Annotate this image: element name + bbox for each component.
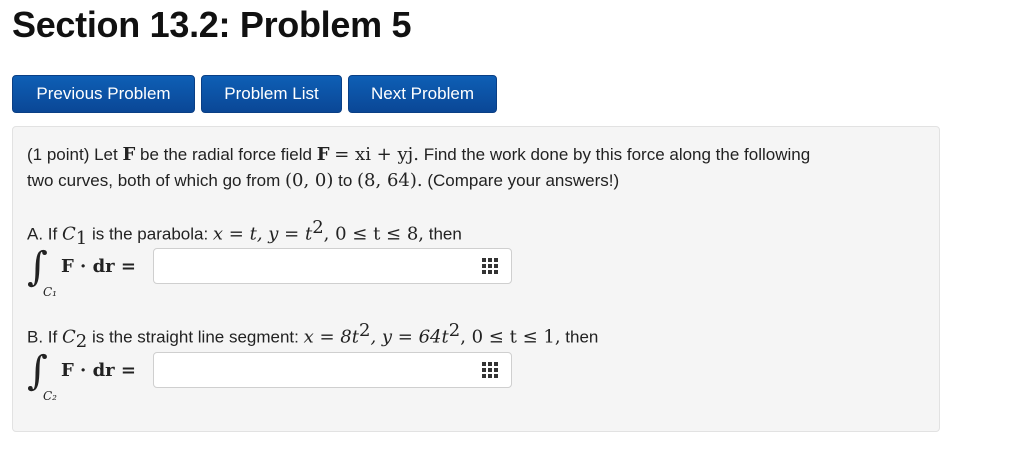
part-b-integral-sub: C₂ <box>43 389 57 403</box>
part-b-suffix: then <box>565 327 599 347</box>
part-a-statement: A. If C1 is the parabola: x = t, y = t2,… <box>27 217 462 249</box>
to-text: to <box>338 171 353 190</box>
part-b-integrand: F · dr = <box>61 360 136 381</box>
part-b-curve-sub: 2 <box>75 331 88 353</box>
part-a-integrand: F · dr = <box>61 256 136 277</box>
part-a-integral-sub: C₁ <box>43 285 57 299</box>
part-a-answer-input[interactable] <box>153 248 512 284</box>
part-b-param-x-sup: 2 <box>359 320 371 341</box>
page-title: Section 13.2: Problem 5 <box>12 4 412 45</box>
part-b-text: is the straight line segment: <box>91 327 299 347</box>
part-b-param-x: x = 8t <box>303 326 359 348</box>
problem-statement-line-1: (1 point) Let F be the radial force fiel… <box>27 144 810 165</box>
field-expression: = xi + yj. <box>334 144 419 165</box>
start-point: (0, 0) <box>284 170 334 191</box>
part-a-integrand-text: F · dr = <box>61 256 136 277</box>
equation-palette-icon[interactable] <box>482 258 499 274</box>
part-a-curve: C <box>61 223 76 245</box>
part-a-prefix: A. If <box>27 224 58 244</box>
curves-text: two curves, both of which go from <box>27 171 281 190</box>
part-b-range: , 0 ≤ t ≤ 1, <box>460 326 561 348</box>
intro-text-3: Find the work done by this force along t… <box>423 145 811 164</box>
part-a-range: , 0 ≤ t ≤ 8, <box>323 223 425 245</box>
problem-panel: (1 point) Let F be the radial force fiel… <box>12 126 940 432</box>
problem-list-button[interactable]: Problem List <box>201 75 342 113</box>
intro-text: (1 point) Let <box>27 145 118 164</box>
problem-statement-line-2: two curves, both of which go from (0, 0)… <box>27 170 619 191</box>
part-b-integrand-text: F · dr = <box>61 360 136 381</box>
field-symbol-2: F <box>316 144 330 165</box>
field-symbol: F <box>122 144 136 165</box>
problem-nav: Previous Problem Problem List Next Probl… <box>12 75 497 113</box>
next-problem-button[interactable]: Next Problem <box>348 75 497 113</box>
part-a-suffix: then <box>428 224 462 244</box>
previous-problem-button[interactable]: Previous Problem <box>12 75 195 113</box>
part-a-param-sup: 2 <box>312 217 324 238</box>
part-b-curve: C <box>61 326 76 348</box>
intro-text-2: be the radial force field <box>139 145 312 164</box>
part-b-param-y-sup: 2 <box>448 320 461 341</box>
compare-text: (Compare your answers!) <box>427 171 620 190</box>
part-b-prefix: B. If <box>27 327 58 347</box>
end-point: (8, 64). <box>357 170 423 191</box>
part-a-curve-sub: 1 <box>75 228 88 250</box>
part-b-answer-input[interactable] <box>153 352 512 388</box>
part-a-text: is the parabola: <box>91 224 209 244</box>
part-a-integral-icon: ∫ <box>27 244 48 290</box>
part-b-integral-icon: ∫ <box>27 348 48 394</box>
part-a-param: x = t, y = t <box>212 223 313 245</box>
part-b-statement: B. If C2 is the straight line segment: x… <box>27 320 598 352</box>
part-b-param-y: , y = 64t <box>370 326 449 348</box>
equation-palette-icon[interactable] <box>482 362 499 378</box>
